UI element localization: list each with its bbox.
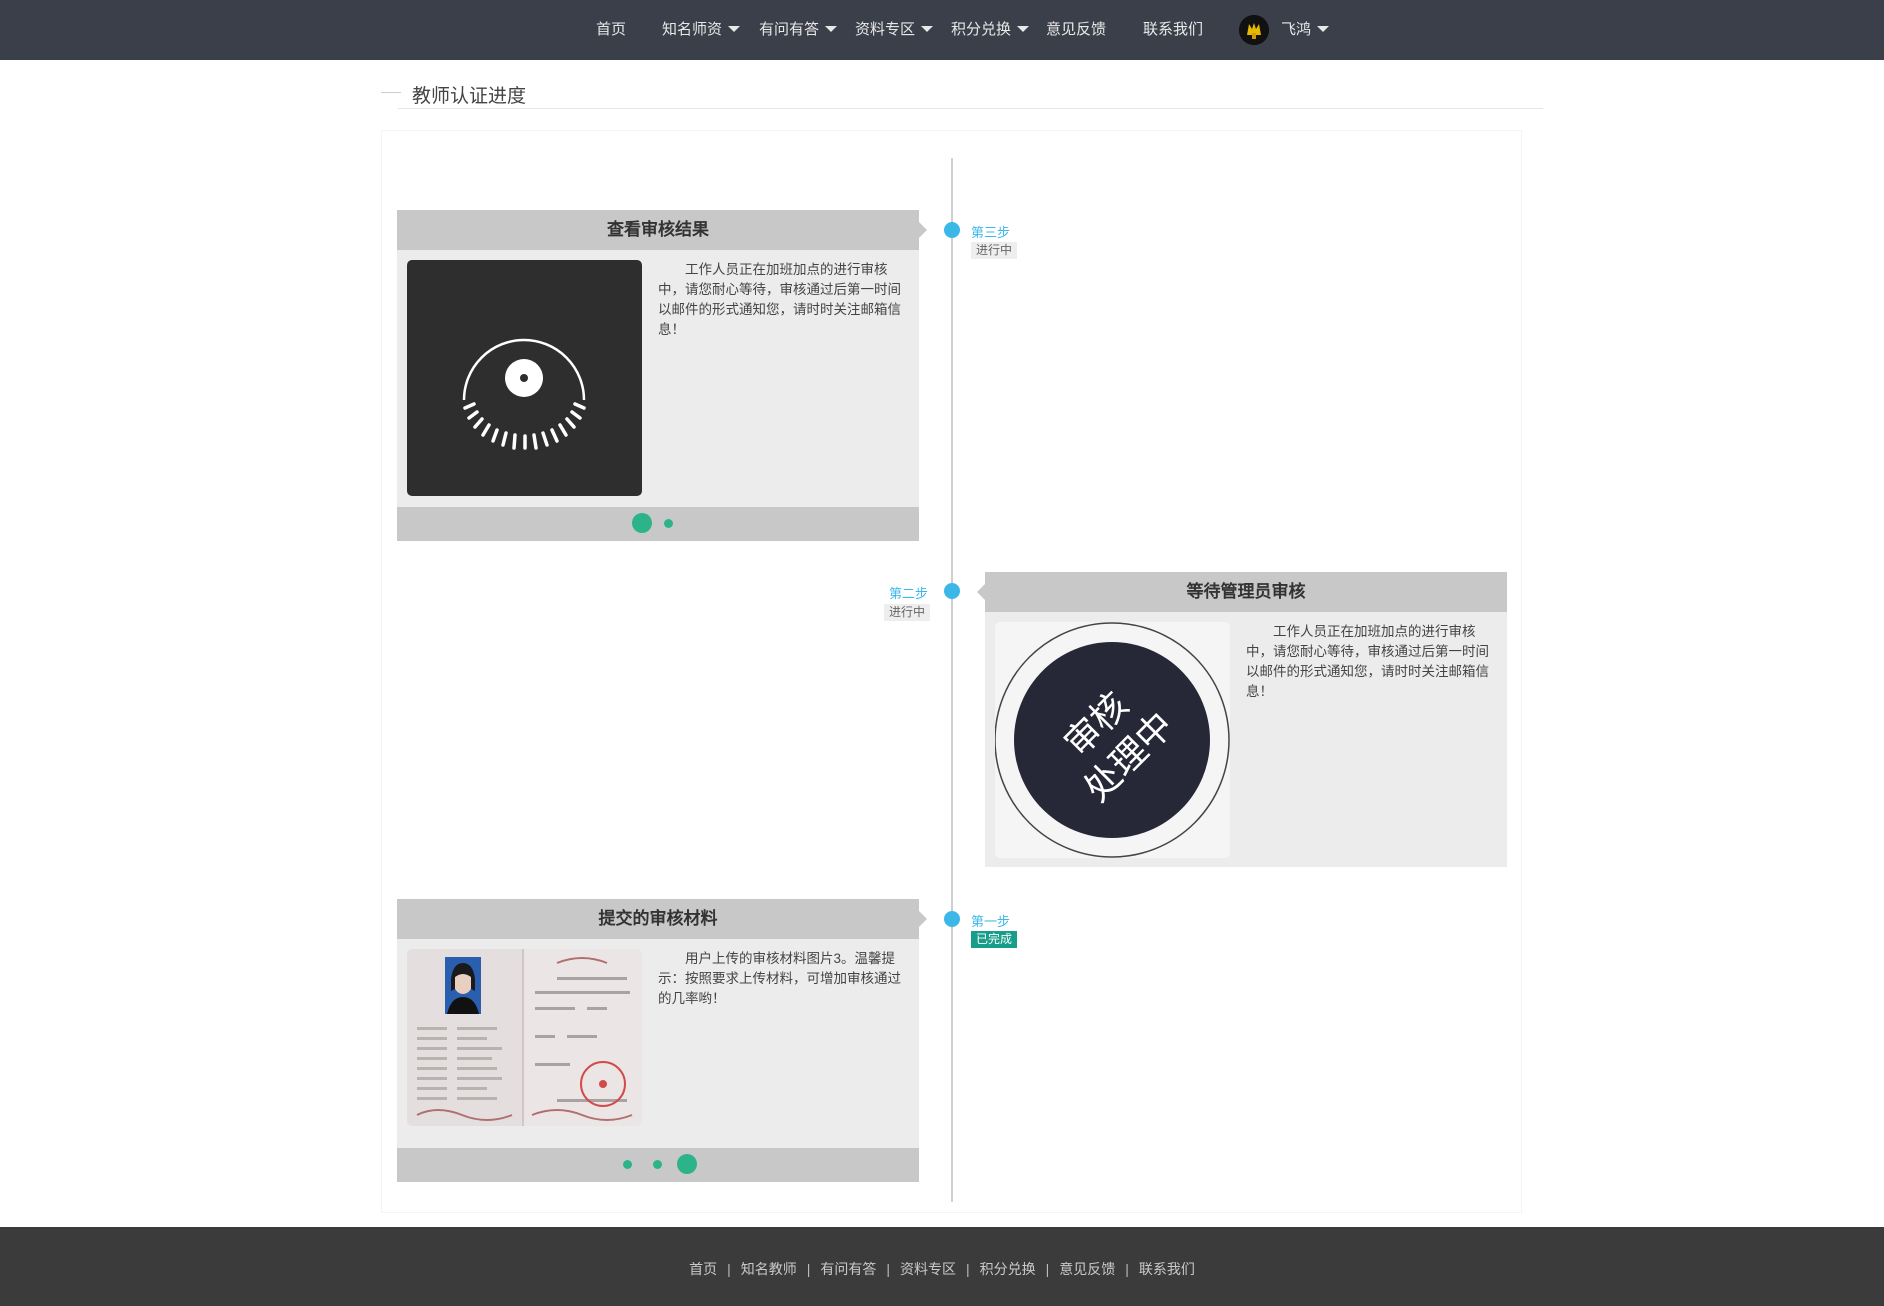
- username: 飞鸿: [1281, 21, 1312, 38]
- nav-points[interactable]: 积分兑换: [951, 0, 1030, 60]
- nav-teachers[interactable]: 知名师资: [662, 0, 741, 60]
- card-pointer: [919, 911, 927, 927]
- card-title: 等待管理员审核: [985, 572, 1507, 612]
- status-badge: 进行中: [884, 604, 931, 621]
- nav-resources-label: 资料专区: [855, 21, 916, 38]
- footer-link-points[interactable]: 积分兑换: [980, 1261, 1036, 1277]
- timeline-dot-step3: [944, 222, 960, 238]
- card-pager: [397, 1148, 919, 1182]
- chevron-down-icon: [825, 26, 838, 32]
- card-image-certificate[interactable]: [407, 949, 642, 1126]
- chevron-down-icon: [1017, 26, 1030, 32]
- loading-icon: [462, 338, 586, 450]
- chevron-down-icon: [728, 26, 741, 32]
- footer-separator: |: [727, 1261, 731, 1277]
- card-pointer: [977, 584, 985, 600]
- footer-link-feedback[interactable]: 意见反馈: [1059, 1261, 1115, 1277]
- card-description: 工作人员正在加班加点的进行审核中，请您耐心等待，审核通过后第一时间以邮件的形式通…: [1246, 624, 1489, 699]
- pager-dot-active[interactable]: [677, 1154, 697, 1174]
- nav-contact[interactable]: 联系我们: [1143, 0, 1203, 60]
- footer-separator: |: [966, 1261, 970, 1277]
- title-dash: [381, 92, 401, 93]
- footer-link-home[interactable]: 首页: [689, 1261, 717, 1277]
- timeline-line: [951, 158, 953, 1202]
- pager-dot[interactable]: [623, 1160, 632, 1169]
- chevron-down-icon: [1317, 26, 1330, 32]
- footer-link-teachers[interactable]: 知名教师: [741, 1261, 797, 1277]
- card-title: 提交的审核材料: [397, 899, 919, 939]
- footer-separator: |: [806, 1261, 811, 1277]
- card-image-spinner[interactable]: [407, 260, 642, 496]
- card-title: 查看审核结果: [397, 210, 919, 250]
- step-card-submitted-materials: 提交的审核材料 用户上传的审核材料图片3。温馨提示：按照要求上传材料，可增加审核…: [397, 899, 927, 1182]
- certificate-image: [407, 949, 642, 1126]
- timeline-dot-step1: [944, 911, 960, 927]
- nav-qa[interactable]: 有问有答: [759, 0, 838, 60]
- card-pager: [397, 507, 919, 541]
- chevron-down-icon: [921, 26, 934, 32]
- title-divider: [398, 108, 1543, 109]
- pager-dot[interactable]: [653, 1160, 662, 1169]
- footer: 首页 | 知名教师 | 有问有答 | 资料专区 | 积分兑换 | 意见反馈 | 联系我们: [0, 1227, 1884, 1306]
- card-description: 工作人员正在加班加点的进行审核中，请您耐心等待，审核通过后第一时间以邮件的形式通…: [658, 262, 901, 337]
- step-label: 第一步: [971, 914, 1011, 929]
- status-badge-done: 已完成: [971, 931, 1018, 948]
- footer-link-resources[interactable]: 资料专区: [900, 1261, 956, 1277]
- footer-separator: |: [1045, 1261, 1050, 1277]
- footer-link-qa[interactable]: 有问有答: [820, 1261, 876, 1277]
- review-stamp-icon: 审核 处理中: [995, 622, 1230, 858]
- top-nav: 首页 知名师资 有问有答 资料专区 积分兑换 意见反馈 联系我们 飞鸿: [0, 0, 1884, 60]
- nav-resources[interactable]: 资料专区: [855, 0, 934, 60]
- step-card-admin-review: 等待管理员审核 审核 处理中 工作人员正在加班加点的进行审核中，请您耐心等待，审…: [977, 572, 1507, 867]
- pager-dot[interactable]: [664, 519, 673, 528]
- card-pointer: [919, 222, 927, 238]
- pager-dot-active[interactable]: [632, 513, 652, 533]
- user-menu[interactable]: 飞鸿: [1281, 0, 1330, 60]
- avatar[interactable]: [1239, 15, 1269, 45]
- status-badge: 进行中: [971, 242, 1018, 259]
- nav-home[interactable]: 首页: [596, 0, 626, 60]
- nav-feedback[interactable]: 意见反馈: [1046, 0, 1106, 60]
- footer-links: 首页 | 知名教师 | 有问有答 | 资料专区 | 积分兑换 | 意见反馈 | 联系我们: [0, 1227, 1884, 1279]
- step-card-review-result: 查看审核结果 工作人员正在加班加点的进行审核中，请您耐心等待，审核通过后第一时间…: [397, 210, 927, 541]
- nav-points-label: 积分兑换: [951, 21, 1012, 38]
- page-title: 教师认证进度: [412, 86, 527, 107]
- footer-link-contact[interactable]: 联系我们: [1139, 1261, 1195, 1277]
- timeline-dot-step2: [944, 583, 960, 599]
- nav-qa-label: 有问有答: [759, 21, 820, 38]
- footer-separator: |: [886, 1261, 890, 1277]
- footer-separator: |: [1125, 1261, 1129, 1277]
- card-description: 用户上传的审核材料图片3。温馨提示：按照要求上传材料，可增加审核通过的几率哟！: [658, 951, 901, 1006]
- step-label: 第三步: [971, 225, 1011, 240]
- card-image-stamp[interactable]: 审核 处理中: [995, 622, 1230, 858]
- nav-teachers-label: 知名师资: [662, 21, 723, 38]
- step-label: 第二步: [889, 586, 929, 601]
